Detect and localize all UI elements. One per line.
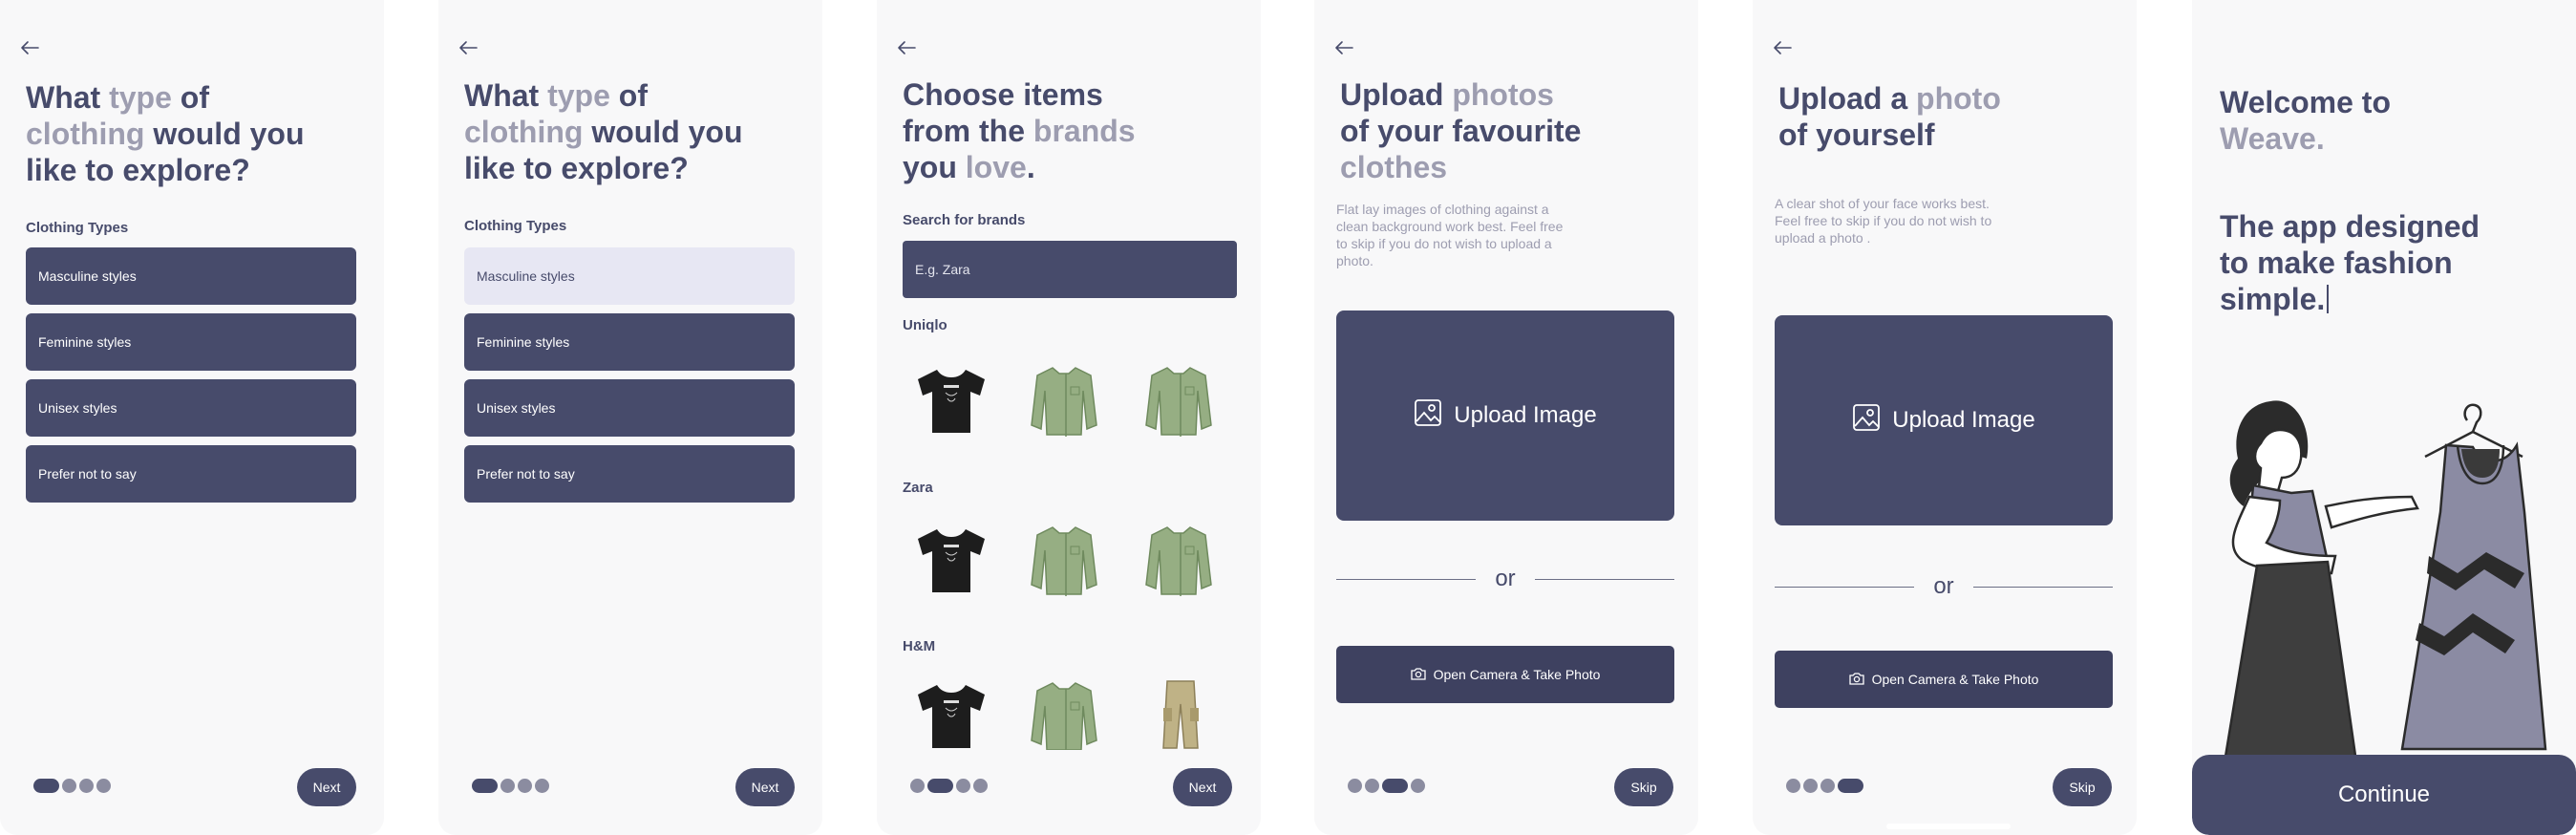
progress-dot (1348, 779, 1362, 793)
screen-clothing-type-selected: What type of clothing would you like to … (438, 0, 822, 835)
image-icon (1414, 398, 1442, 434)
back-arrow-icon[interactable] (458, 38, 479, 57)
open-camera-button[interactable]: Open Camera & Take Photo (1775, 651, 2113, 708)
screen-upload-clothes: Upload photos of your favourite clothes … (1314, 0, 1698, 835)
cargo-pants-icon[interactable] (1135, 674, 1226, 750)
home-indicator (1886, 824, 2011, 829)
green-shirt-icon[interactable] (1020, 674, 1112, 750)
progress-dot (472, 779, 498, 793)
progress-dot (1820, 779, 1835, 793)
next-button[interactable]: Next (297, 768, 356, 806)
tagline: The app designed to make fashion simple. (2220, 209, 2480, 316)
progress-indicator (472, 778, 549, 794)
screen-welcome: Welcome to Weave. The app designed to ma… (2192, 0, 2576, 835)
page-title: Upload photos of your favourite clothes (1340, 77, 1582, 184)
search-label: Search for brands (903, 212, 1026, 228)
section-label: Clothing Types (464, 218, 567, 234)
open-camera-label: Open Camera & Take Photo (1433, 667, 1601, 682)
progress-dot (1411, 779, 1425, 793)
page-title: What type of clothing would you like to … (464, 78, 743, 185)
divider-line (1775, 586, 1914, 588)
text-cursor (2327, 285, 2330, 313)
option-prefer-not[interactable]: Prefer not to say (26, 445, 356, 503)
or-divider: or (1336, 566, 1674, 592)
progress-dot (956, 779, 970, 793)
progress-dot (1382, 779, 1408, 793)
instructions-text: Flat lay images of clothing against a cl… (1336, 202, 1564, 268)
progress-dot (62, 779, 76, 793)
option-masculine[interactable]: Masculine styles (26, 247, 356, 305)
option-feminine[interactable]: Feminine styles (26, 313, 356, 371)
continue-button[interactable]: Continue (2192, 755, 2576, 835)
section-label: Clothing Types (26, 220, 129, 236)
progress-dot (910, 779, 925, 793)
or-label: or (1933, 573, 1954, 599)
camera-icon (1848, 672, 1864, 688)
option-unisex[interactable]: Unisex styles (464, 379, 795, 437)
instructions-text: A clear shot of your face works best. Fe… (1775, 196, 1992, 246)
back-arrow-icon[interactable] (1772, 38, 1793, 57)
progress-dot (79, 779, 94, 793)
or-label: or (1495, 566, 1516, 591)
upload-image-label: Upload Image (1454, 402, 1597, 428)
back-arrow-icon[interactable] (19, 38, 40, 57)
green-shirt-icon[interactable] (1020, 518, 1112, 610)
back-arrow-icon[interactable] (1333, 38, 1354, 57)
page-title: Upload a photo of yourself (1778, 81, 2001, 152)
skip-button[interactable]: Skip (2053, 768, 2112, 806)
progress-indicator (1786, 778, 1863, 794)
black-tshirt-icon[interactable] (905, 358, 997, 450)
green-shirt-icon[interactable] (1135, 358, 1226, 450)
option-prefer-not[interactable]: Prefer not to say (464, 445, 795, 503)
progress-dot (33, 779, 59, 793)
screen-clothing-type: What type of clothing would you like to … (0, 0, 384, 835)
green-shirt-icon[interactable] (1135, 518, 1226, 610)
camera-icon (1410, 667, 1426, 683)
progress-dot (973, 779, 988, 793)
option-unisex[interactable]: Unisex styles (26, 379, 356, 437)
image-icon (1852, 403, 1881, 439)
brand-name-zara: Zara (903, 480, 933, 496)
page-title: What type of clothing would you like to … (26, 80, 305, 187)
open-camera-button[interactable]: Open Camera & Take Photo (1336, 646, 1674, 703)
black-tshirt-icon[interactable] (905, 518, 997, 610)
progress-indicator (33, 778, 111, 794)
screen-choose-brands: Choose items from the brands you love. S… (877, 0, 1261, 835)
upload-image-label: Upload Image (1892, 407, 2035, 433)
brand-name-uniqlo: Uniqlo (903, 317, 947, 333)
upload-image-button[interactable]: Upload Image (1775, 315, 2113, 525)
woman-holding-dress-illustration (2223, 400, 2547, 764)
progress-dot (535, 779, 549, 793)
green-shirt-icon[interactable] (1020, 358, 1112, 450)
open-camera-label: Open Camera & Take Photo (1871, 672, 2039, 687)
page-title: Choose items from the brands you love. (903, 77, 1136, 184)
progress-dot (500, 779, 515, 793)
next-button[interactable]: Next (1173, 768, 1232, 806)
divider-line (1973, 586, 2113, 588)
progress-dot (927, 779, 953, 793)
screen-upload-self: Upload a photo of yourself A clear shot … (1753, 0, 2137, 835)
progress-dot (1365, 779, 1379, 793)
option-masculine[interactable]: Masculine styles (464, 247, 795, 305)
progress-dot (1838, 779, 1863, 793)
brand-name-hm: H&M (903, 638, 936, 654)
divider-line (1535, 578, 1674, 580)
back-arrow-icon[interactable] (896, 38, 917, 57)
upload-image-button[interactable]: Upload Image (1336, 310, 1674, 521)
option-feminine[interactable]: Feminine styles (464, 313, 795, 371)
progress-indicator (910, 778, 988, 794)
progress-dot (518, 779, 532, 793)
welcome-title: Welcome to Weave. (2220, 85, 2391, 156)
skip-button[interactable]: Skip (1614, 768, 1673, 806)
progress-indicator (1348, 778, 1425, 794)
or-divider: or (1775, 573, 2113, 600)
progress-dot (1786, 779, 1800, 793)
next-button[interactable]: Next (735, 768, 795, 806)
progress-dot (1803, 779, 1818, 793)
progress-dot (96, 779, 111, 793)
brand-search-input[interactable]: E.g. Zara (903, 241, 1237, 298)
black-tshirt-icon[interactable] (905, 674, 997, 750)
divider-line (1336, 578, 1476, 580)
